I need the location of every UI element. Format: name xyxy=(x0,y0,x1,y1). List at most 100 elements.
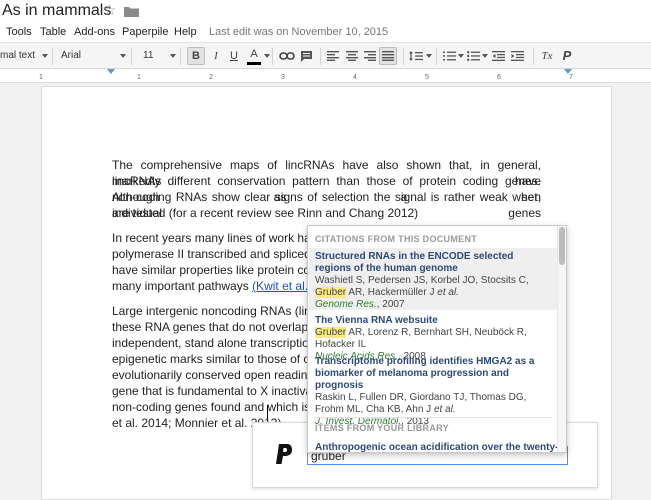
journal-name: Genome Res. xyxy=(315,299,377,310)
text-color-button[interactable]: A xyxy=(245,47,263,65)
ruler-number: 3 xyxy=(281,74,285,81)
citation-authors: Washietl S, Pedersen JS, Korbel JO, Stoc… xyxy=(315,275,551,299)
dropdown-scrollbar[interactable] xyxy=(557,226,566,452)
ruler-number: 1 xyxy=(39,74,43,81)
comment-icon[interactable] xyxy=(300,50,313,63)
paperpile-logo-icon xyxy=(276,444,292,464)
search-highlight: Gruber xyxy=(315,327,347,338)
font-select[interactable]: Arial xyxy=(61,50,81,61)
align-left-icon[interactable] xyxy=(327,51,339,61)
scrollbar-thumb[interactable] xyxy=(559,227,565,265)
text-line: many important pathways (Kwit et al. 201 xyxy=(112,278,331,294)
toolbar-divider xyxy=(52,48,53,65)
authors-text: Raskin L, Fullen DR, Giordano TJ, Thomas… xyxy=(315,392,527,415)
citation-authors: Raskin L, Fullen DR, Giordano TJ, Thomas… xyxy=(315,392,551,416)
align-right-icon[interactable] xyxy=(364,51,376,61)
ruler: 1 1 2 3 4 5 6 7 xyxy=(0,69,651,83)
text-cursor xyxy=(267,405,268,419)
text-line: non-coding genes found and which is ac xyxy=(112,400,327,414)
line-spacing-icon[interactable] xyxy=(409,50,423,62)
menu-table[interactable]: Table xyxy=(40,26,66,38)
color-caret-icon[interactable] xyxy=(264,54,270,58)
left-indent-marker[interactable] xyxy=(107,69,115,74)
font-caret-icon[interactable] xyxy=(120,54,126,58)
menu-addons[interactable]: Add-ons xyxy=(74,26,115,38)
bulleted-caret-icon[interactable] xyxy=(482,54,488,58)
decrease-indent-icon[interactable] xyxy=(492,51,505,61)
text-color-swatch xyxy=(247,62,261,65)
text-line: these RNA genes that do not overlap a xyxy=(112,320,319,334)
toolbar-divider xyxy=(403,48,404,65)
citation-authors: Gruber AR, Lorenz R, Bernhart SH, Neuböc… xyxy=(315,327,551,351)
font-size-select[interactable]: 11 xyxy=(143,50,153,61)
text-line: epigenetic marks similar to those of c xyxy=(112,352,310,366)
toolbar: mal text Arial 11 B I U A Tx P xyxy=(0,42,651,69)
citation-item[interactable]: Transcriptome profiling identifies HMGA2… xyxy=(309,353,557,427)
folder-icon[interactable] xyxy=(124,6,139,17)
ruler-track: 1 1 2 3 4 5 6 7 xyxy=(39,72,609,81)
citation-journal: Genome Res., 2007 xyxy=(315,299,551,311)
section-header-document: CITATIONS FROM THIS DOCUMENT xyxy=(315,234,478,244)
text-line: gene that is fundamental to X inactiva xyxy=(112,384,313,398)
toolbar-divider xyxy=(131,48,132,65)
underline-button[interactable]: U xyxy=(225,47,243,65)
ruler-number: 5 xyxy=(425,74,429,81)
text-line: evolutionarily conserved open reading fr xyxy=(112,368,325,382)
toolbar-divider xyxy=(320,48,321,65)
bold-button[interactable]: B xyxy=(187,47,205,65)
link-icon[interactable] xyxy=(279,51,295,61)
paragraph-1: The comprehensive maps of lincRNAs have … xyxy=(112,157,541,221)
text-line: non-coding RNAs show clear signs of sele… xyxy=(112,190,541,220)
menu-tools[interactable]: Tools xyxy=(6,26,32,38)
ruler-number: 1 xyxy=(137,74,141,81)
citation-dropdown: CITATIONS FROM THIS DOCUMENT Structured … xyxy=(307,225,567,453)
ruler-number: 6 xyxy=(497,74,501,81)
spacing-caret-icon[interactable] xyxy=(426,54,432,58)
document-title[interactable]: As in mammals xyxy=(2,2,111,20)
italic-button[interactable]: I xyxy=(207,47,225,65)
bulleted-list-icon[interactable] xyxy=(467,51,480,61)
align-center-icon[interactable] xyxy=(346,51,358,61)
authors-text: AR, Hackermüller J xyxy=(346,287,435,298)
numbered-caret-icon[interactable] xyxy=(458,54,464,58)
size-caret-icon[interactable] xyxy=(170,54,176,58)
title-bar: As in mammals ☆ xyxy=(0,0,651,23)
toolbar-divider xyxy=(533,48,534,65)
align-justify-icon xyxy=(382,51,394,61)
toolbar-divider xyxy=(436,48,437,65)
paragraph-2: In recent years many lines of work have … xyxy=(112,230,333,294)
authors-text: AR, Lorenz R, Bernhart SH, Neuböck R, Ho… xyxy=(315,327,527,350)
right-indent-marker[interactable] xyxy=(564,69,572,74)
text-line: have similar properties like protein cod… xyxy=(112,263,333,277)
citation-year: , 2007 xyxy=(376,299,405,310)
clear-formatting-button[interactable]: Tx xyxy=(538,47,556,65)
et-al-text: et al. xyxy=(434,287,459,298)
paragraph-3: Large intergenic noncoding RNAs (lincl t… xyxy=(112,303,327,431)
text-color-label: A xyxy=(250,48,258,60)
increase-indent-icon[interactable] xyxy=(511,51,524,61)
section-divider xyxy=(315,417,552,418)
style-select[interactable]: mal text xyxy=(0,50,35,61)
toolbar-divider xyxy=(180,48,181,65)
authors-text: Washietl S, Pedersen JS, Korbel JO, Stoc… xyxy=(315,275,529,286)
style-caret-icon[interactable] xyxy=(42,54,48,58)
paperpile-toolbar-button[interactable]: P xyxy=(558,47,576,65)
text-line: In recent years many lines of work have … xyxy=(112,231,330,245)
numbered-list-icon[interactable] xyxy=(443,51,456,61)
et-al-text: et al. xyxy=(431,404,456,415)
last-edit-status[interactable]: Last edit was on November 10, 2015 xyxy=(209,26,388,38)
align-justify-button[interactable] xyxy=(379,47,397,65)
text-line: Large intergenic noncoding RNAs (lincl xyxy=(112,304,320,318)
ruler-number: 2 xyxy=(209,74,213,81)
ruler-number: 4 xyxy=(353,74,357,81)
text-line: independent, stand alone transcriptional xyxy=(112,336,325,350)
menu-bar: Tools Table Add-ons Paperpile Help Last … xyxy=(0,23,651,42)
section-header-library: ITEMS FROM YOUR LIBRARY xyxy=(315,423,449,433)
citation-item[interactable]: The Vienna RNA websuite Gruber AR, Loren… xyxy=(309,312,557,362)
citation-item[interactable]: Structured RNAs in the ENCODE selected r… xyxy=(309,248,557,310)
ruler-number: 7 xyxy=(569,74,573,81)
menu-paperpile[interactable]: Paperpile xyxy=(122,26,168,38)
menu-help[interactable]: Help xyxy=(174,26,197,38)
library-item[interactable]: Anthropogenic ocean acidification over t… xyxy=(309,439,557,452)
star-icon[interactable]: ☆ xyxy=(103,3,116,19)
